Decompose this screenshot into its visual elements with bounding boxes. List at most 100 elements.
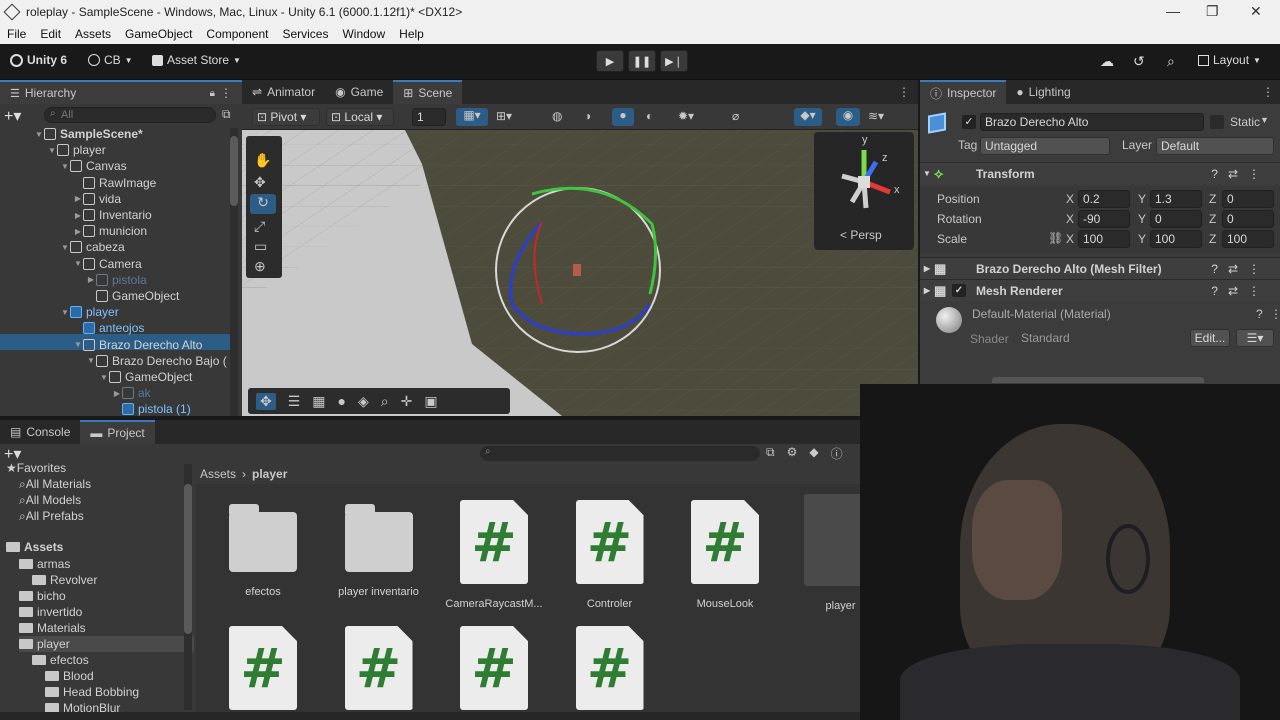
asset-item[interactable]: # CameraRaycastM...: [439, 500, 549, 610]
maximize-button[interactable]: ❐: [1206, 3, 1219, 20]
render-mode-icon[interactable]: ◐: [646, 109, 653, 123]
menu-gameobject[interactable]: GameObject: [118, 27, 199, 41]
cloud-icon[interactable]: ☁: [1100, 53, 1114, 70]
hierarchy-row[interactable]: anteojos: [73, 320, 144, 336]
chevron-down-icon[interactable]: ▶: [73, 211, 83, 220]
hierarchy-row[interactable]: GameObject: [86, 288, 179, 304]
orientation-gizmo[interactable]: y x z < Persp: [814, 132, 914, 250]
move-tool-icon[interactable]: ✥: [254, 174, 266, 191]
chevron-down-icon[interactable]: ▼: [99, 373, 109, 382]
hierarchy-row[interactable]: ▼ SampleScene*: [34, 126, 143, 142]
position-z[interactable]: 0: [1222, 190, 1274, 208]
sliders-icon[interactable]: ☰: [288, 393, 301, 410]
scale-x[interactable]: 100: [1078, 230, 1130, 248]
shader-options-icon[interactable]: ☰▾: [1236, 329, 1274, 347]
scale-tool-icon[interactable]: ⤢: [254, 218, 265, 235]
hierarchy-scrollbar[interactable]: [230, 128, 238, 416]
menu-edit[interactable]: Edit: [33, 27, 68, 41]
rotate-tool-icon[interactable]: ↻: [250, 194, 276, 214]
tools-overlay-icon[interactable]: ◆▾: [794, 108, 822, 126]
2d-toggle-icon[interactable]: ⌀: [732, 109, 739, 123]
component-actions-icon[interactable]: ?⇄⋮: [1211, 167, 1280, 181]
history-icon[interactable]: ↺: [1133, 53, 1145, 70]
unity-account-button[interactable]: Unity 6: [10, 53, 67, 67]
persp-toggle[interactable]: < Persp: [840, 228, 882, 242]
more-icon[interactable]: ⋮: [890, 80, 918, 104]
tag-dropdown[interactable]: Untagged: [980, 137, 1110, 155]
filter-label-icon[interactable]: ⚙: [787, 445, 798, 462]
asset-item[interactable]: # MouseLook: [670, 500, 780, 610]
pivot-dropdown[interactable]: ⊡ Pivot ▾: [252, 108, 320, 126]
navmesh-icon[interactable]: ◈: [358, 393, 369, 410]
menu-assets[interactable]: Assets: [68, 27, 118, 41]
lock-icon[interactable]: 🔒︎: [210, 88, 215, 99]
hierarchy-row[interactable]: ▼ Canvas: [60, 158, 127, 174]
project-tree-item[interactable]: ⌕ All Materials: [19, 476, 91, 492]
more-icon[interactable]: ⋮: [220, 86, 232, 100]
tab-console[interactable]: ▤ Console: [0, 420, 80, 444]
chevron-down-icon[interactable]: ▼: [60, 308, 70, 317]
breadcrumb-assets[interactable]: Assets: [200, 467, 236, 481]
project-search-input[interactable]: ⌕: [480, 446, 760, 461]
chevron-down-icon[interactable]: ▼: [86, 356, 96, 365]
menu-help[interactable]: Help: [392, 27, 431, 41]
pause-button[interactable]: ❚❚: [628, 50, 656, 72]
effects-icon[interactable]: ✹▾: [678, 109, 694, 123]
hierarchy-row[interactable]: ▼ player: [47, 142, 106, 158]
menu-services[interactable]: Services: [275, 27, 335, 41]
chevron-down-icon[interactable]: ▶: [73, 227, 83, 236]
more-icon[interactable]: ⋮: [1256, 80, 1280, 104]
asset-item[interactable]: # Controler: [555, 500, 665, 610]
rect-tool-icon[interactable]: ▭: [254, 238, 267, 255]
hierarchy-row[interactable]: ▼ GameObject: [99, 369, 192, 385]
scene-visibility-icon[interactable]: ⧉: [222, 107, 231, 122]
asset-item[interactable]: efectos: [208, 500, 318, 598]
link-icon[interactable]: ⛓: [1048, 231, 1063, 245]
shading-wire-icon[interactable]: ◑: [584, 109, 591, 123]
project-tree-item[interactable]: ⌕ All Prefabs: [19, 508, 84, 524]
layers-icon[interactable]: ≋▾: [868, 109, 884, 123]
scale-y[interactable]: 100: [1150, 230, 1202, 248]
menu-file[interactable]: File: [0, 27, 33, 41]
project-tree-item[interactable]: Blood: [45, 668, 94, 684]
zoom-icon[interactable]: ⌕: [381, 393, 389, 410]
local-dropdown[interactable]: ⊡ Local ▾: [326, 108, 394, 126]
tab-game[interactable]: ◉ Game: [325, 80, 393, 104]
hierarchy-row[interactable]: ▼ player: [60, 304, 119, 320]
step-button[interactable]: ▶❘: [660, 50, 688, 72]
breadcrumb-player[interactable]: player: [252, 467, 287, 481]
tab-scene[interactable]: ⊞ Scene: [393, 80, 463, 104]
pivot-icon[interactable]: ✛: [401, 393, 413, 410]
project-tree-item[interactable]: armas: [19, 556, 70, 572]
mesh-renderer-header[interactable]: ▶ ▦ ✓ Mesh Renderer ?⇄⋮: [920, 279, 1280, 301]
project-tree-scrollbar[interactable]: [184, 464, 192, 710]
rotation-x[interactable]: -90: [1078, 210, 1130, 228]
object-name-field[interactable]: Brazo Derecho Alto: [980, 113, 1204, 131]
layer-dropdown[interactable]: Default: [1156, 137, 1274, 155]
tab-inspector[interactable]: ⓘ Inspector: [920, 80, 1007, 104]
hierarchy-row[interactable]: ▶ pistola: [86, 272, 147, 288]
grid-toggle-icon[interactable]: ▦▾: [456, 108, 488, 126]
layout-dropdown[interactable]: Layout ▼: [1198, 53, 1261, 67]
tab-hierarchy[interactable]: ☰ Hierarchy 🔒︎ ⋮: [0, 80, 242, 104]
chevron-down-icon[interactable]: ▼: [34, 130, 44, 139]
static-checkbox[interactable]: [1210, 115, 1224, 129]
scale-z[interactable]: 100: [1222, 230, 1274, 248]
hierarchy-search-input[interactable]: ⌕ All: [44, 107, 216, 123]
asset-item[interactable]: player inventario: [324, 500, 434, 598]
transform-header[interactable]: ▼ ⟡ Transform ?⇄⋮: [920, 162, 1280, 184]
grid-snap-input[interactable]: 1: [412, 108, 446, 126]
help-icon[interactable]: ?: [1256, 307, 1263, 321]
project-tree-item[interactable]: Revolver: [32, 572, 97, 588]
add-component-button[interactable]: [992, 377, 1204, 383]
mesh-filter-header[interactable]: ▶ ▦ Brazo Derecho Alto (Mesh Filter) ?⇄⋮: [920, 257, 1280, 279]
info-icon[interactable]: ⓘ: [831, 445, 843, 462]
move-icon[interactable]: ✥: [256, 392, 276, 410]
hierarchy-row[interactable]: pistola (1): [112, 401, 191, 417]
project-tree-item[interactable]: ⌕ All Models: [19, 492, 81, 508]
chevron-down-icon[interactable]: ▶: [73, 194, 83, 203]
play-button[interactable]: ▶: [596, 50, 624, 72]
scene-view[interactable]: ⊡ Pivot ▾ ⊡ Local ▾ 1 ▦▾ ⊞▾ ◍ ◑ ● ◐ ✹▾ ⌀…: [242, 104, 918, 416]
project-tree-item[interactable]: Assets: [6, 539, 63, 555]
chevron-down-icon[interactable]: ▼: [73, 259, 83, 268]
